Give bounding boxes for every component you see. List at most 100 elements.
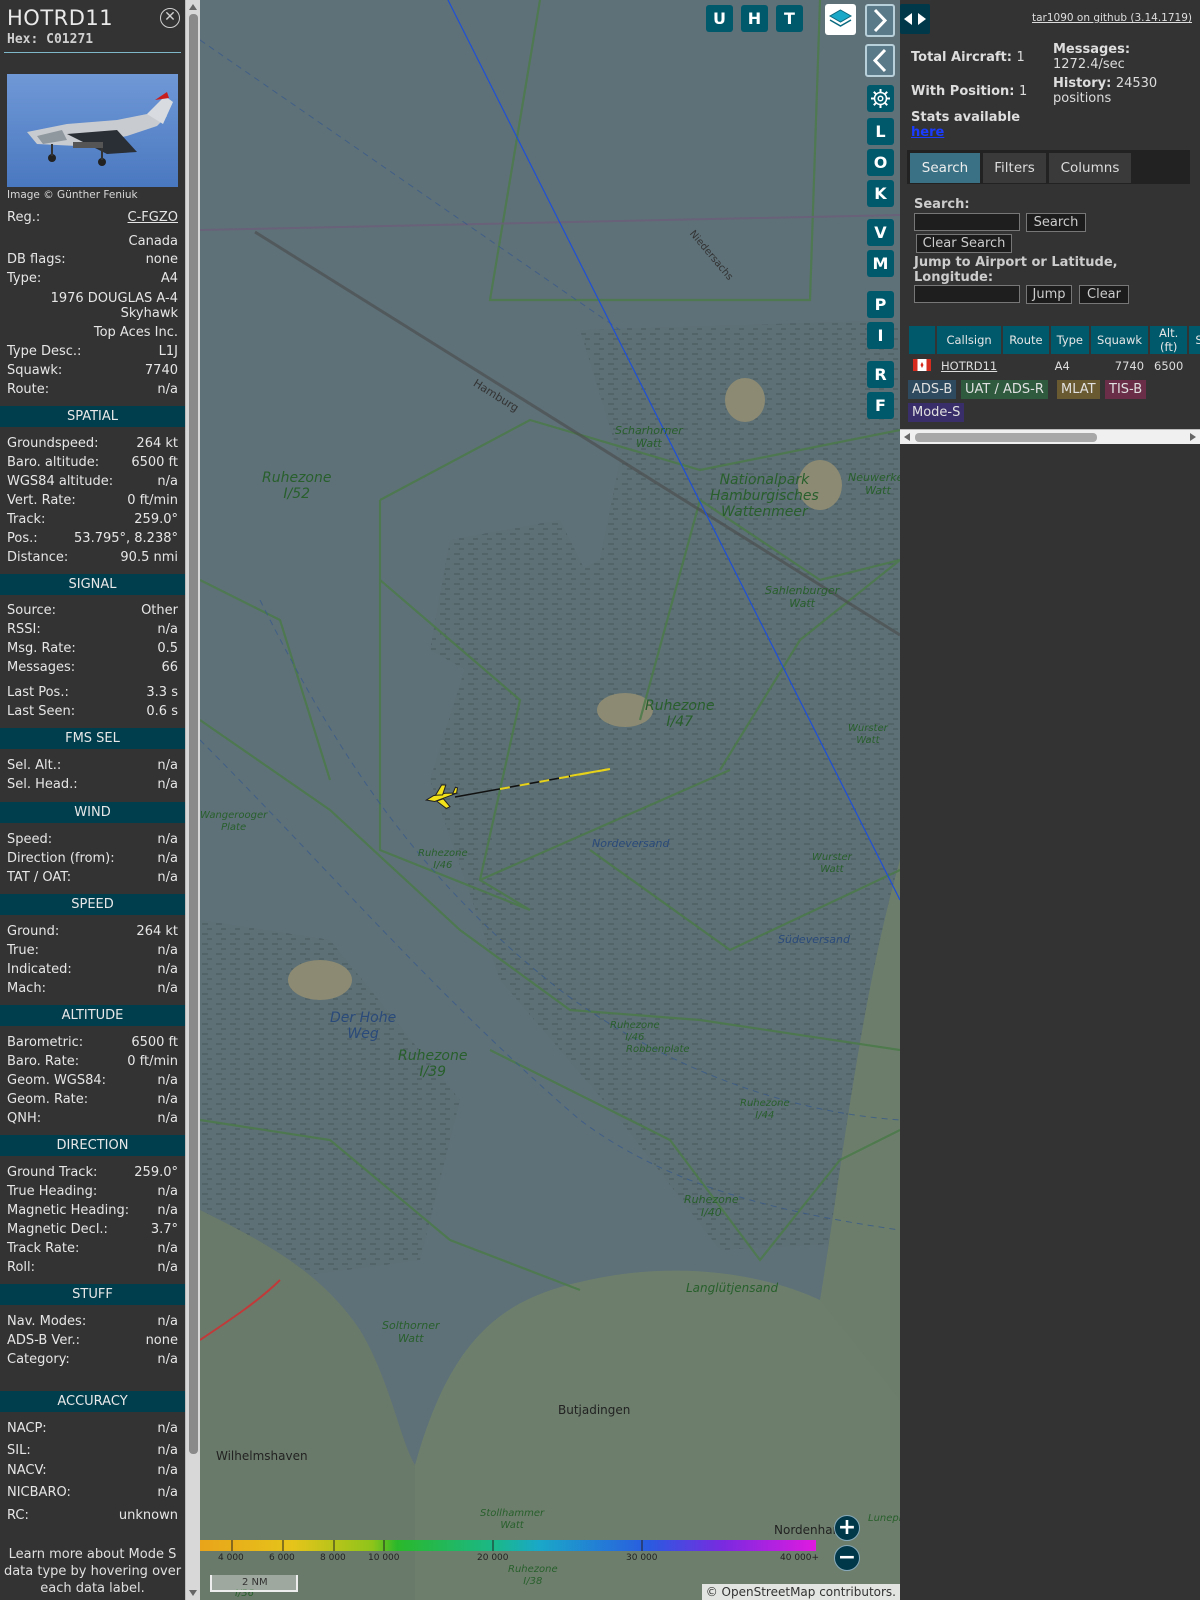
column-header-type[interactable]: Type: [1050, 326, 1090, 354]
stats-link[interactable]: here: [911, 125, 1020, 140]
stats-available: Stats available here: [911, 110, 1020, 140]
map-label-scharhorner: Scharhorner Watt: [615, 424, 683, 450]
typedesc-row: Type Desc.: L1J: [7, 344, 178, 362]
detail-row: RC: unknown: [7, 1508, 178, 1526]
total-aircraft-stat: Total Aircraft: 1: [911, 50, 1025, 65]
map-label-line: Ruhezone: [398, 1048, 468, 1064]
scroll-left-icon[interactable]: [904, 433, 910, 441]
map-label-line: Wattenmeer: [721, 504, 808, 521]
scroll-up-icon[interactable]: [189, 4, 197, 10]
map-label-nationalpark: Nationalpark Hamburgisches Wattenmeer: [710, 472, 819, 520]
toggle-sidebar-button[interactable]: [900, 4, 930, 34]
detail-label: Nav. Modes:: [7, 1314, 87, 1329]
toggle-u-button[interactable]: U: [706, 5, 733, 32]
column-header-speed[interactable]: Sp: [1189, 326, 1200, 354]
detail-label: Vert. Rate:: [7, 493, 76, 508]
aircraft-photo[interactable]: [7, 74, 178, 187]
table-row[interactable]: HOTRD11 A4 7740 6500: [909, 356, 1200, 376]
column-header-callsign[interactable]: Callsign: [937, 326, 1002, 354]
detail-value: n/a: [157, 851, 178, 866]
detail-value: 0 ft/min: [127, 493, 178, 508]
tab-columns[interactable]: Columns: [1049, 153, 1131, 183]
sidebar-tabs: Search Filters Columns: [907, 150, 1190, 184]
detail-row: True: n/a: [7, 943, 178, 961]
clear-search-button[interactable]: Clear Search: [916, 234, 1012, 253]
toggle-t-button[interactable]: T: [776, 5, 803, 32]
detail-label: Category:: [7, 1352, 70, 1367]
toggle-m-button[interactable]: M: [867, 250, 894, 277]
zoom-out-button[interactable]: −: [834, 1545, 860, 1571]
colorbar-tick: 30 000: [626, 1553, 658, 1563]
scroll-down-icon[interactable]: [189, 1590, 197, 1596]
flag-cell: [909, 356, 935, 376]
map-label-line: Weg: [347, 1026, 379, 1043]
map-label-ruhezone-44: Ruhezone I/44: [740, 1098, 790, 1121]
zoom-in-button[interactable]: +: [834, 1515, 860, 1541]
jump-button[interactable]: Jump: [1026, 285, 1072, 304]
section-altitude: ALTITUDE: [0, 1005, 185, 1026]
legend-modes: Mode-S: [908, 403, 965, 422]
detail-value: n/a: [157, 1241, 178, 1256]
map-canvas: [200, 0, 900, 1600]
chevron-left-icon: [872, 48, 887, 73]
settings-button[interactable]: [867, 85, 894, 112]
tab-filters[interactable]: Filters: [983, 153, 1046, 183]
info-panel-scrollbar[interactable]: [185, 0, 200, 1600]
tab-search[interactable]: Search: [910, 153, 980, 183]
scrollbar-thumb[interactable]: [189, 14, 198, 1454]
toggle-l-button[interactable]: L: [867, 118, 894, 145]
dbflags-value: none: [145, 252, 178, 267]
detail-label: Barometric:: [7, 1035, 84, 1050]
column-header-flag[interactable]: [909, 326, 935, 354]
detail-row: Msg. Rate: 0.5: [7, 641, 178, 659]
clear-button[interactable]: Clear: [1079, 285, 1129, 304]
type-row: Type: A4: [7, 271, 178, 289]
search-button[interactable]: Search: [1026, 213, 1086, 232]
map-view[interactable]: Hamburg Niedersachs Scharhorner Watt Nat…: [200, 0, 900, 1600]
squawk-label: Squawk:: [7, 363, 63, 378]
toggle-k-button[interactable]: K: [867, 180, 894, 207]
detail-row: ADS-B Ver.: none: [7, 1333, 178, 1351]
expand-sidebar-button[interactable]: [865, 4, 895, 37]
detail-row: Last Seen: 0.6 s: [7, 704, 178, 722]
detail-row: NICBARO: n/a: [7, 1485, 178, 1503]
toggle-h-button[interactable]: H: [741, 5, 768, 32]
layers-icon: [828, 9, 853, 27]
toggle-p-button[interactable]: P: [867, 291, 894, 318]
jump-label-line: Jump to Airport or Latitude,: [914, 255, 1118, 270]
with-position-stat: With Position: 1: [911, 84, 1027, 99]
toggle-r-button[interactable]: R: [867, 361, 894, 388]
typedesc-label: Type Desc.:: [7, 344, 82, 359]
toggle-f-button[interactable]: F: [867, 392, 894, 419]
column-header-squawk[interactable]: Squawk: [1091, 326, 1149, 354]
reg-link[interactable]: C-FGZO: [128, 210, 178, 225]
detail-label: Track Rate:: [7, 1241, 80, 1256]
column-header-altitude[interactable]: Alt. (ft): [1150, 326, 1188, 354]
detail-label: RC:: [7, 1508, 29, 1523]
table-horizontal-scrollbar[interactable]: [900, 429, 1200, 444]
close-icon[interactable]: ✕: [160, 8, 180, 28]
column-header-route[interactable]: Route: [1003, 326, 1049, 354]
dbflags-row: DB flags: none: [7, 252, 178, 270]
toggle-v-button[interactable]: V: [867, 219, 894, 246]
aircraft-marker-icon[interactable]: [424, 783, 460, 811]
layers-button[interactable]: [825, 4, 856, 35]
colorbar-tick: 6 000: [269, 1553, 295, 1563]
map-label-wurster-2: Wurster Watt: [812, 852, 852, 875]
detail-label: Mach:: [7, 981, 46, 996]
callsign-cell[interactable]: HOTRD11: [937, 356, 1001, 376]
toggle-o-button[interactable]: O: [867, 149, 894, 176]
scroll-right-icon[interactable]: [1190, 433, 1196, 441]
detail-label: Last Seen:: [7, 704, 76, 719]
colorbar-tick: 4 000: [218, 1553, 244, 1563]
toggle-i-button[interactable]: I: [867, 322, 894, 349]
search-input[interactable]: [914, 213, 1020, 231]
colorbar-tick: 10 000: [368, 1553, 400, 1563]
detail-value: 66: [161, 660, 178, 675]
jump-input[interactable]: [914, 285, 1020, 303]
detail-row: Mach: n/a: [7, 981, 178, 999]
detail-label: Pos.:: [7, 531, 38, 546]
collapse-infoblock-button[interactable]: [865, 44, 895, 77]
github-link[interactable]: tar1090 on github (3.14.1719): [1032, 12, 1192, 24]
scrollbar-thumb[interactable]: [915, 433, 1097, 442]
